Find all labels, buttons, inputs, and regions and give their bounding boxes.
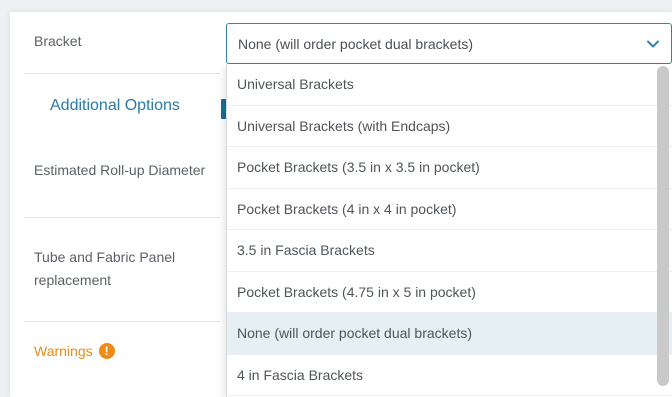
- bracket-select-value: None (will order pocket dual brackets): [238, 35, 473, 52]
- dropdown-option[interactable]: Universal Brackets: [227, 64, 672, 106]
- dropdown-option[interactable]: Pocket Brackets (4.75 in x 5 in pocket): [227, 272, 672, 313]
- tab-additional-options[interactable]: Additional Options: [50, 95, 180, 117]
- bracket-select[interactable]: None (will order pocket dual brackets): [226, 23, 672, 64]
- dropdown-option[interactable]: Universal Brackets (with Endcaps): [227, 106, 672, 147]
- dropdown-option[interactable]: Pocket Brackets (3.5 in x 3.5 in pocket): [227, 147, 672, 189]
- dropdown-option-selected[interactable]: None (will order pocket dual brackets): [227, 313, 672, 355]
- divider: [24, 217, 220, 218]
- divider: [24, 73, 220, 74]
- bracket-dropdown-menu: Universal Brackets Universal Brackets (w…: [226, 64, 672, 397]
- warnings-label: Warnings: [34, 343, 93, 359]
- chevron-down-icon[interactable]: [645, 36, 661, 52]
- bracket-label: Bracket: [34, 33, 82, 49]
- dropdown-option[interactable]: 4 in Fascia Brackets: [227, 355, 672, 396]
- warnings-section[interactable]: Warnings !: [34, 341, 115, 361]
- dropdown-option[interactable]: 3.5 in Fascia Brackets: [227, 230, 672, 272]
- roll-up-diameter-label: Estimated Roll-up Diameter: [34, 162, 206, 178]
- dropdown-scrollbar[interactable]: [657, 66, 669, 386]
- warning-icon: !: [98, 343, 115, 359]
- dropdown-option[interactable]: Pocket Brackets (4 in x 4 in pocket): [227, 189, 672, 230]
- divider: [24, 321, 220, 322]
- tube-fabric-replacement-label: Tube and Fabric Panel replacement: [34, 249, 176, 288]
